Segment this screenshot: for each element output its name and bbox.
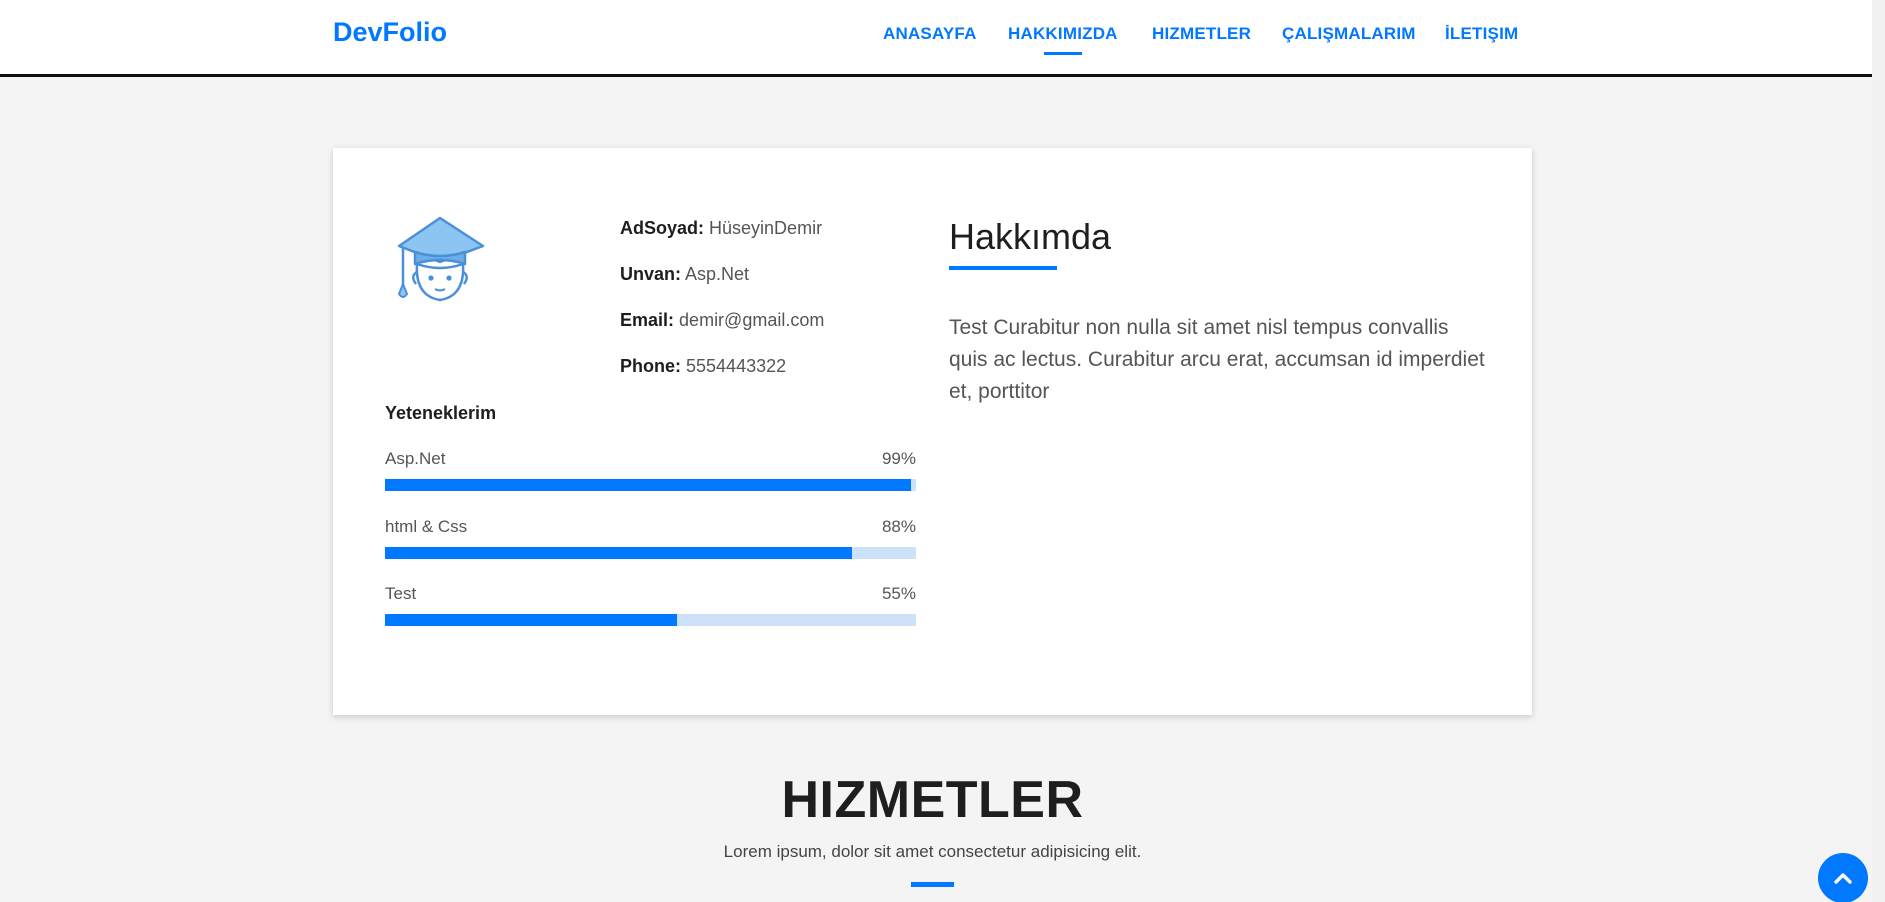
- skill-percent: 88%: [881, 517, 916, 536]
- chevron-up-icon: [1834, 873, 1852, 884]
- skill-percent: 55%: [881, 584, 916, 603]
- profile-email-label: Email:: [620, 310, 675, 330]
- skill-item-test: Test 55%: [385, 584, 916, 626]
- skill-name: html & Css: [385, 517, 468, 536]
- about-title-underline: [949, 266, 1057, 270]
- about-text: Test Curabitur non nulla sit amet nisl t…: [949, 316, 1485, 403]
- about-title: Hakkımda: [949, 216, 1112, 257]
- profile-email-value: demir@gmail.com: [679, 310, 825, 330]
- nav-item-hakkimizda[interactable]: HAKKIMIZDA: [1008, 24, 1118, 55]
- profile-title-value: Asp.Net: [685, 264, 750, 284]
- skill-progress-fill: [385, 479, 911, 491]
- skill-name: Asp.Net: [385, 449, 446, 468]
- profile-name-row: AdSoyad: HüseyinDemir: [620, 218, 920, 264]
- skill-name: Test: [385, 584, 417, 603]
- skill-item-aspnet: Asp.Net 99%: [385, 449, 916, 491]
- skill-progress-fill: [385, 547, 853, 559]
- skill-progress-track: [385, 479, 916, 491]
- profile-title-row: Unvan: Asp.Net: [620, 264, 920, 310]
- profile-title-label: Unvan:: [620, 264, 682, 284]
- skill-progress-track: [385, 547, 916, 559]
- nav-item-calismalarim[interactable]: ÇALIŞMALARIM: [1282, 24, 1416, 44]
- back-to-top-button[interactable]: [1818, 853, 1868, 902]
- services-section-subtitle: Lorem ipsum, dolor sit amet consectetur …: [723, 842, 1142, 861]
- skill-percent: 99%: [881, 449, 916, 468]
- nav-item-anasayfa[interactable]: ANASAYFA: [883, 24, 977, 44]
- skill-item-html-css: html & Css 88%: [385, 517, 916, 559]
- profile-name-value: HüseyinDemir: [709, 218, 823, 238]
- nav-item-hizmetler[interactable]: HIZMETLER: [1152, 24, 1251, 44]
- profile-info-list: AdSoyad: HüseyinDemir Unvan: Asp.Net Ema…: [620, 218, 920, 402]
- profile-email-row: Email: demir@gmail.com: [620, 310, 920, 356]
- page-scrollbar[interactable]: [1872, 0, 1885, 902]
- profile-phone-row: Phone: 5554443322: [620, 356, 920, 402]
- profile-name-label: AdSoyad:: [620, 218, 705, 238]
- skill-progress-track: [385, 614, 916, 626]
- skill-progress-fill: [385, 614, 678, 626]
- services-section-divider: [911, 882, 954, 887]
- services-section-title: HIZMETLER: [781, 771, 1084, 829]
- navbar: DevFolio ANASAYFA HAKKIMIZDA HIZMETLER Ç…: [0, 0, 1885, 77]
- graduate-avatar-icon: [395, 216, 485, 306]
- about-card: [333, 148, 1532, 715]
- nav-menu: ANASAYFA HAKKIMIZDA HIZMETLER ÇALIŞMALAR…: [0, 24, 1885, 55]
- skills-title: Yeteneklerim: [385, 403, 497, 423]
- nav-item-iletisim[interactable]: İLETIŞIM: [1445, 24, 1518, 44]
- profile-phone-label: Phone:: [620, 356, 681, 376]
- profile-phone-value: 5554443322: [686, 356, 787, 376]
